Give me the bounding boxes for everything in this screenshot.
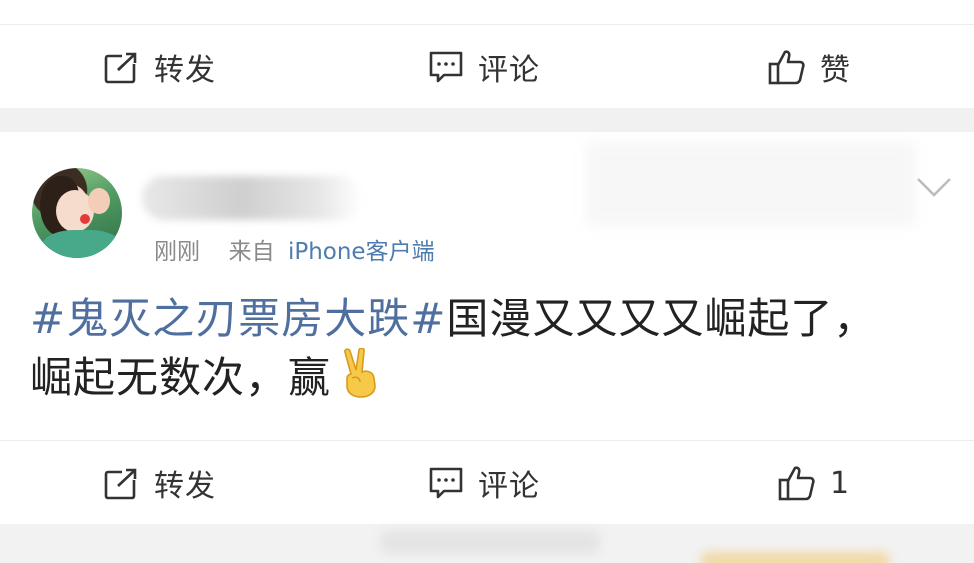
victory-hand-emoji [344,348,376,398]
blurred-region [380,530,600,554]
comment-button[interactable]: 评论 [428,441,540,525]
comment-label: 评论 [478,53,540,88]
comment-button[interactable]: 评论 [428,25,540,109]
post-from-prefix: 来自 [228,239,275,265]
weibo-feed: 转发 评论 赞 刚刚 来自 iPhone客户端 #鬼灭之刃票房大跌#国漫又又又又… [0,0,974,563]
post-meta: 刚刚 来自 iPhone客户端 [154,232,435,266]
avatar[interactable] [32,168,122,258]
post-text-line1: 国漫又又又又崛起了， [446,294,877,343]
share-icon [104,50,140,84]
post-time: 刚刚 [154,239,200,265]
post-content: #鬼灭之刃票房大跌#国漫又又又又崛起了， 崛起无数次，赢 [30,290,950,407]
like-button[interactable]: 赞 [768,25,851,109]
post-action-bar: 转发 评论 1 [0,440,974,525]
blurred-region [700,552,890,563]
chevron-down-icon[interactable] [916,176,952,198]
hashtag-link[interactable]: #鬼灭之刃票房大跌# [30,294,446,343]
comment-icon [429,467,463,499]
blurred-region [586,142,916,226]
repost-label: 转发 [154,469,216,504]
like-label: 赞 [820,53,851,88]
thumbs-up-icon [778,466,815,501]
post-source-client[interactable]: iPhone客户端 [288,239,435,265]
username-blurred[interactable] [142,176,362,220]
repost-button[interactable]: 转发 [104,441,216,525]
post-text-line2: 崛起无数次，赢 [30,353,332,402]
thumbs-up-icon [768,50,805,85]
comment-icon [429,51,463,83]
feed-divider [0,108,974,132]
previous-post-action-bar: 转发 评论 赞 [0,24,974,109]
repost-button[interactable]: 转发 [104,25,216,109]
like-count: 1 [830,465,851,501]
like-button[interactable]: 1 [778,441,850,525]
repost-label: 转发 [154,53,216,88]
comment-label: 评论 [478,469,540,504]
share-icon [104,466,140,500]
